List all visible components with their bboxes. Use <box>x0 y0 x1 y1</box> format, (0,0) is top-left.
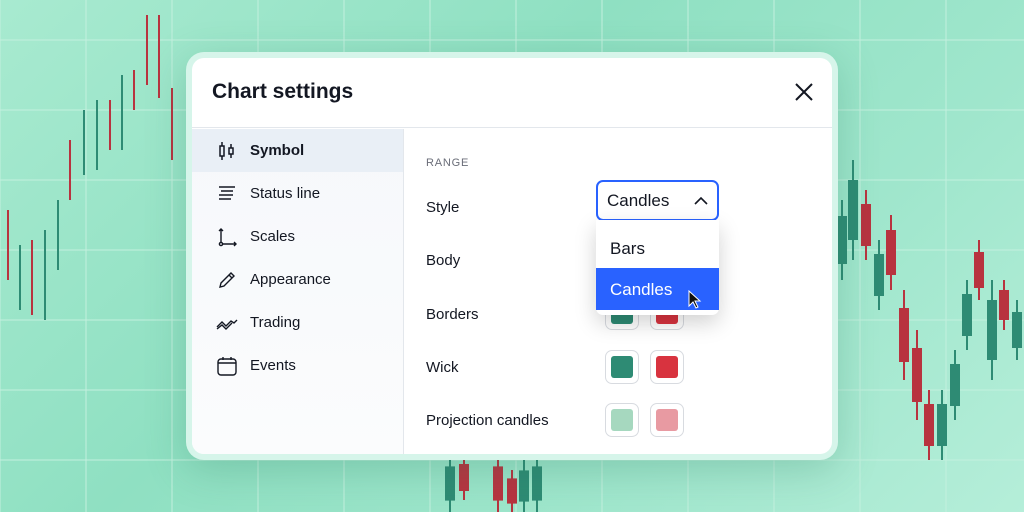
borders-label: Borders <box>426 306 479 323</box>
style-select[interactable]: Candles <box>596 180 719 221</box>
candle-body <box>912 348 922 402</box>
sidebar-item-events[interactable]: Events <box>192 344 403 387</box>
wick-down-color[interactable] <box>650 350 684 384</box>
pencil-icon <box>219 271 235 288</box>
candle-body <box>507 478 517 504</box>
style-dropdown-menu: Bars Candles <box>596 220 719 315</box>
sidebar-item-appearance[interactable]: Appearance <box>192 258 403 301</box>
mouse-cursor-icon <box>688 290 702 309</box>
option-bars[interactable]: Bars <box>596 230 719 268</box>
calendar-icon <box>217 356 237 376</box>
candle-body <box>532 466 542 501</box>
candle-body <box>519 470 529 502</box>
candles-icon <box>219 141 234 160</box>
sidebar-item-trading[interactable]: Trading <box>192 301 403 344</box>
candle-body <box>445 466 455 501</box>
sidebar-item-symbol[interactable]: Symbol <box>192 129 403 172</box>
wick-up-color[interactable] <box>605 350 639 384</box>
sidebar-item-status-line[interactable]: Status line <box>192 172 403 215</box>
chart-settings-dialog: Chart settings Symbol Status line Scales… <box>192 58 832 454</box>
sidebar-item-label: Events <box>250 357 296 374</box>
candle-body <box>950 364 960 406</box>
scales-icon <box>218 227 237 246</box>
candle-body <box>999 290 1009 320</box>
candle-body <box>837 216 847 264</box>
sidebar-item-label: Status line <box>250 185 321 202</box>
candle-body <box>962 294 972 336</box>
chevron-up-icon <box>694 196 708 205</box>
wick-label: Wick <box>426 359 459 376</box>
candle-body <box>493 466 503 501</box>
dialog-header: Chart settings <box>192 58 832 128</box>
option-candles-label: Candles <box>610 280 673 299</box>
option-candles[interactable]: Candles <box>596 268 719 310</box>
body-label: Body <box>426 252 461 269</box>
candle-body <box>987 300 997 360</box>
style-label: Style <box>426 199 460 216</box>
projection-candles-label: Projection candles <box>426 412 549 429</box>
status-line-icon <box>219 185 235 200</box>
candle-body <box>899 308 909 362</box>
candle-body <box>937 404 947 446</box>
sidebar-item-label: Scales <box>250 228 296 245</box>
candle-body <box>459 464 469 491</box>
candle-body <box>924 404 934 446</box>
sidebar-item-label: Symbol <box>250 142 305 159</box>
sidebar-item-label: Trading <box>250 314 301 331</box>
sidebar-item-label: Appearance <box>250 271 331 288</box>
candle-body <box>886 230 896 275</box>
dialog-title: Chart settings <box>212 80 354 103</box>
candle-body <box>1012 312 1022 348</box>
trading-icon <box>216 319 238 330</box>
sidebar-item-scales[interactable]: Scales <box>192 215 403 258</box>
candle-body <box>861 204 871 246</box>
close-icon[interactable] <box>792 80 816 104</box>
candle-body <box>874 254 884 296</box>
settings-sidebar: Symbol Status line Scales Appearance Tra… <box>192 129 404 454</box>
projection-down-color[interactable] <box>650 403 684 437</box>
projection-up-color[interactable] <box>605 403 639 437</box>
candle-body <box>848 180 858 240</box>
style-select-value: Candles <box>607 191 670 210</box>
candle-body <box>974 252 984 288</box>
section-heading: RANGE <box>426 157 470 169</box>
